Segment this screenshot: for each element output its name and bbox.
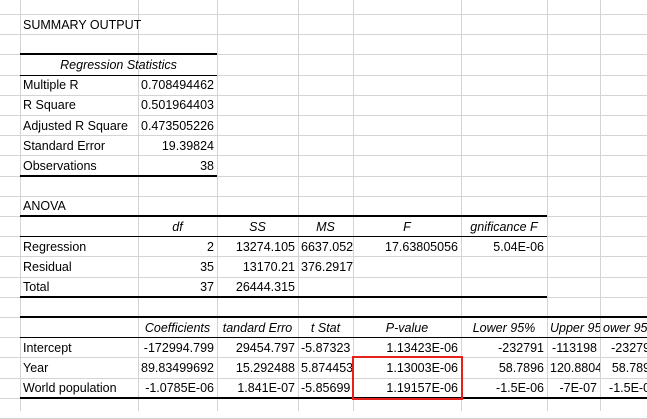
anova-cell[interactable] — [353, 277, 461, 297]
stat-label[interactable]: Adjusted R Square — [20, 116, 138, 136]
anova-title[interactable]: ANOVA — [20, 196, 138, 216]
spreadsheet-grid[interactable]: SUMMARY OUTPUT Regression Statistics Multi… — [0, 0, 647, 419]
coefficients-cell[interactable]: 1.13423E-06 — [353, 338, 461, 358]
coefficients-cell[interactable]: 5.874453 — [298, 358, 353, 378]
coefficients-cell[interactable]: -1.5E-06 — [461, 378, 547, 398]
anova-column-header[interactable]: MS — [298, 217, 353, 237]
anova-cell[interactable]: 5.04E-06 — [461, 237, 547, 257]
coefficients-cell[interactable]: 58.7896 — [600, 358, 647, 378]
anova-bottom-border — [20, 295, 547, 298]
summary-title[interactable]: SUMMARY OUTPUT — [20, 15, 217, 35]
stat-label[interactable]: Multiple R — [20, 75, 138, 95]
regression-stats-top-border — [20, 53, 217, 56]
stat-value[interactable]: 0.501964403 — [138, 95, 217, 115]
anova-cell[interactable] — [353, 257, 461, 277]
coefficients-cell[interactable]: -7E-07 — [547, 378, 600, 398]
coefficients-cell[interactable]: -5.87323 — [298, 338, 353, 358]
coefficients-cell[interactable]: 89.83499692 — [138, 358, 217, 378]
coefficients-cell[interactable]: -1.5E-06 — [600, 378, 647, 398]
anova-cell[interactable]: 13170.21 — [217, 257, 298, 277]
anova-cell[interactable]: 6637.052 — [298, 237, 353, 257]
anova-row-label[interactable]: Residual — [20, 257, 138, 277]
anova-cell[interactable]: 35 — [138, 257, 217, 277]
anova-cell[interactable] — [461, 277, 547, 297]
coefficients-row-label[interactable]: Year — [20, 358, 138, 378]
anova-cell[interactable]: 13274.105 — [217, 237, 298, 257]
anova-column-header[interactable]: SS — [217, 217, 298, 237]
coefficients-cell[interactable]: 120.8804 — [547, 358, 600, 378]
coefficients-cell[interactable]: -113198 — [547, 338, 600, 358]
anova-column-header[interactable]: F — [353, 217, 461, 237]
regression-stats-bottom-border — [20, 174, 217, 177]
coefficients-column-header[interactable]: t Stat — [298, 318, 353, 338]
coefficients-column-header[interactable]: Upper 95% — [547, 318, 600, 338]
coefficients-cell[interactable]: 1.841E-07 — [217, 378, 298, 398]
coefficients-column-header[interactable]: Coefficients — [138, 318, 217, 338]
coefficients-cell[interactable]: -232791 — [461, 338, 547, 358]
regression-statistics-header[interactable]: Regression Statistics — [20, 55, 217, 75]
stat-value[interactable]: 0.708494462 — [138, 75, 217, 95]
p-value-highlight-box — [352, 356, 463, 400]
anova-column-header[interactable]: df — [138, 217, 217, 237]
coefficients-column-header[interactable]: P-value — [353, 318, 461, 338]
anova-cell[interactable]: 17.63805056 — [353, 237, 461, 257]
anova-row-label[interactable]: Regression — [20, 237, 138, 257]
coefficients-column-header[interactable]: ower 95.0% — [600, 318, 647, 338]
anova-cell[interactable] — [298, 277, 353, 297]
coefficients-cell[interactable]: -172994.799 — [138, 338, 217, 358]
stat-value[interactable]: 38 — [138, 156, 217, 176]
coefficients-bottom-border — [20, 396, 647, 399]
coefficients-cell[interactable]: 58.7896 — [461, 358, 547, 378]
stat-label[interactable]: Standard Error — [20, 136, 138, 156]
stat-value[interactable]: 19.39824 — [138, 136, 217, 156]
anova-cell[interactable] — [461, 257, 547, 277]
anova-cell[interactable]: 2 — [138, 237, 217, 257]
stat-label[interactable]: Observations — [20, 156, 138, 176]
coefficients-cell[interactable]: -232791 — [600, 338, 647, 358]
anova-cell[interactable]: 26444.315 — [217, 277, 298, 297]
stat-value[interactable]: 0.473505226 — [138, 116, 217, 136]
coefficients-column-header[interactable]: tandard Erro — [217, 318, 298, 338]
coefficients-column-header[interactable]: Lower 95% — [461, 318, 547, 338]
anova-cell[interactable]: 37 — [138, 277, 217, 297]
anova-row-label[interactable]: Total — [20, 277, 138, 297]
coefficients-cell[interactable]: 15.292488 — [217, 358, 298, 378]
coefficients-cell[interactable]: -1.0785E-06 — [138, 378, 217, 398]
coefficients-cell[interactable]: 29454.797 — [217, 338, 298, 358]
anova-column-header[interactable]: gnificance F — [461, 217, 547, 237]
coefficients-row-label[interactable]: World population — [20, 378, 138, 398]
anova-cell[interactable]: 376.2917 — [298, 257, 353, 277]
coefficients-cell[interactable]: -5.85699 — [298, 378, 353, 398]
coefficients-row-label[interactable]: Intercept — [20, 338, 138, 358]
stat-label[interactable]: R Square — [20, 95, 138, 115]
